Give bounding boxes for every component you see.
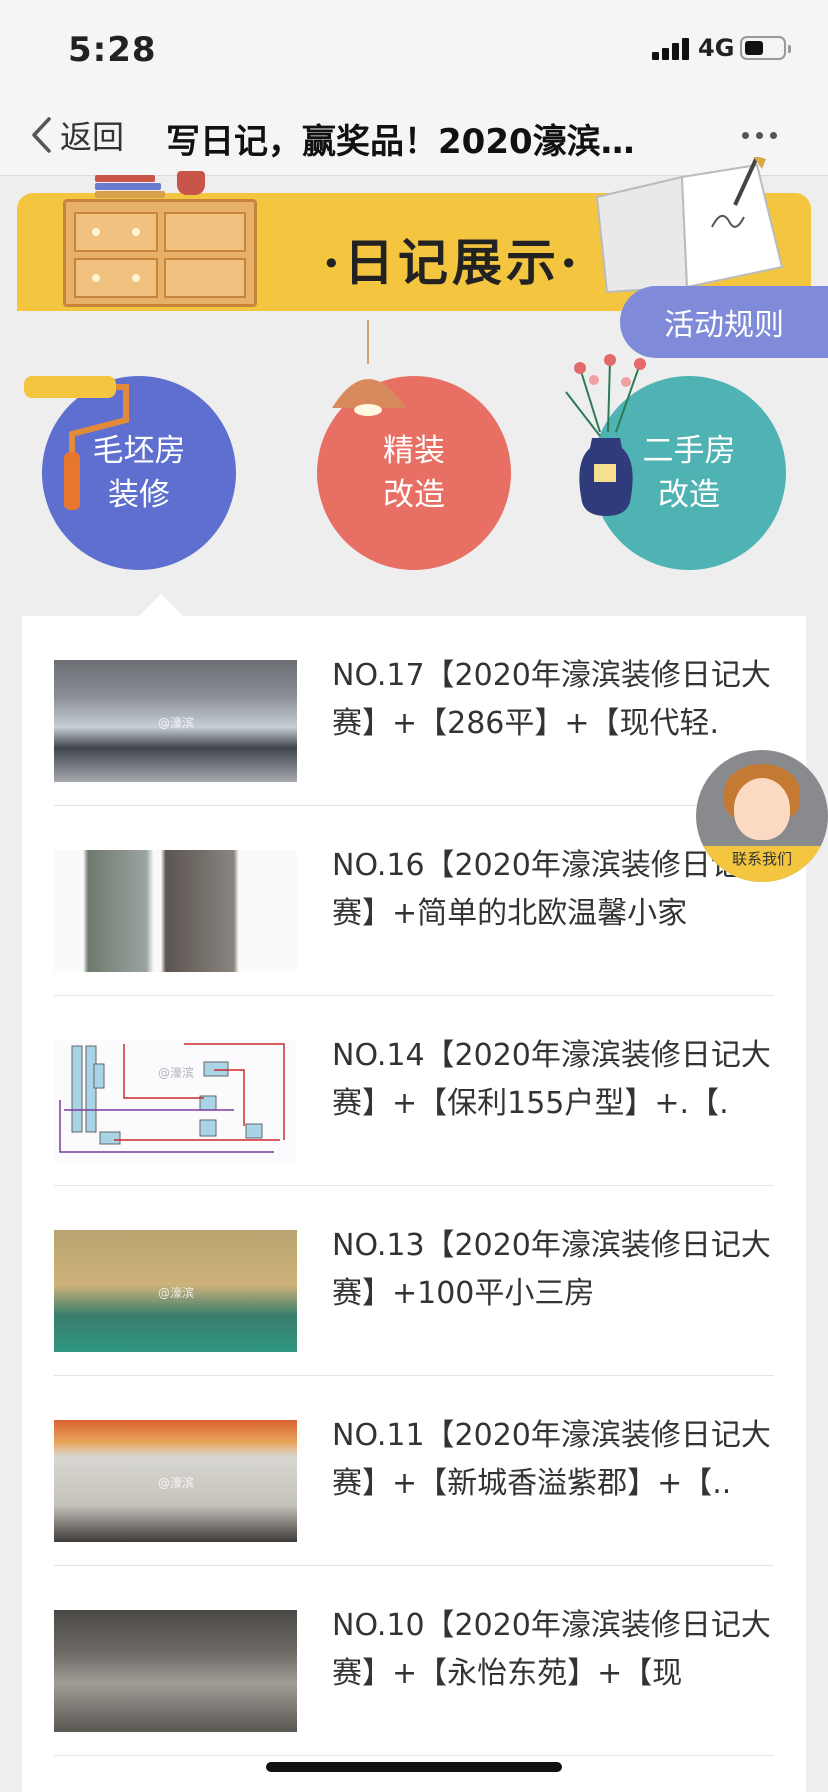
chevron-left-icon (32, 117, 51, 153)
thumbnail-watermark: @濠滨 (158, 1286, 195, 1300)
page-title: 写日记，赢奖品！2020濠滨… (166, 122, 635, 162)
diary-title: NO.17【2020年濠滨装修日记大赛】+【286平】+【现代轻. (332, 658, 771, 741)
books-illustration (95, 175, 165, 198)
status-bar: 5:28 4G (0, 0, 828, 96)
ceiling-lamp-icon (332, 320, 406, 416)
plant-pot-illustration (177, 171, 205, 195)
diary-item[interactable]: @濠滨 NO.13【2020年濠滨装修日记大赛】+100平小三房 (54, 1186, 774, 1376)
signal-icon (652, 36, 692, 60)
diary-thumbnail: @濠滨 (54, 1420, 297, 1542)
contact-us-button[interactable]: 联系我们 (696, 750, 828, 882)
avatar-face (734, 778, 790, 840)
diary-item[interactable]: NO.16【2020年濠滨装修日记大赛】+简单的北欧温馨小家 (54, 806, 774, 996)
category-label-line2: 改造 (383, 477, 445, 513)
contact-us-label: 联系我们 (696, 846, 828, 882)
category-label-line1: 精装 (383, 433, 445, 469)
back-label: 返回 (60, 118, 125, 156)
diary-thumbnail: @濠滨 (54, 660, 297, 782)
diary-title: NO.11【2020年濠滨装修日记大赛】+【新城香溢紫郡】+【.. (332, 1418, 771, 1501)
battery-icon (740, 36, 791, 60)
diary-thumbnail (54, 850, 297, 972)
diary-title: NO.14【2020年濠滨装修日记大赛】+【保利155户型】+.【. (332, 1038, 771, 1121)
diary-thumbnail: @濠滨 (54, 1230, 297, 1352)
diary-item[interactable]: @濠滨 NO.17【2020年濠滨装修日记大赛】+【286平】+【现代轻. (54, 616, 774, 806)
diary-item[interactable]: @濠滨 NO.11【2020年濠滨装修日记大赛】+【新城香溢紫郡】+【.. (54, 1376, 774, 1566)
banner-title: ·日记展示· (322, 233, 582, 292)
diary-item[interactable]: @濠滨 NO.14【2020年濠滨装修日记大赛】+【保利155户型】+.【. (54, 996, 774, 1186)
thumbnail-watermark: @濠滨 (158, 1476, 195, 1490)
diary-thumbnail: @濠滨 (54, 1040, 297, 1162)
home-indicator (266, 1762, 562, 1772)
thumbnail-watermark: @濠滨 (158, 1066, 195, 1080)
dresser-illustration (63, 199, 257, 307)
diary-list: @濠滨 NO.17【2020年濠滨装修日记大赛】+【286平】+【现代轻. NO… (22, 594, 806, 1792)
more-menu-icon[interactable] (740, 126, 780, 146)
open-book-illustration (595, 157, 784, 294)
flower-vase-icon (565, 354, 646, 516)
activity-rules-button[interactable]: 活动规则 (620, 286, 828, 358)
diary-title: NO.10【2020年濠滨装修日记大赛】+【永怡东苑】+【现 (332, 1608, 771, 1691)
thumbnail-watermark: @濠滨 (158, 716, 195, 730)
paint-roller-icon (24, 376, 129, 510)
status-time: 5:28 (68, 30, 157, 70)
tab-pointer (139, 594, 183, 616)
diary-title: NO.13【2020年濠滨装修日记大赛】+100平小三房 (332, 1228, 771, 1311)
diary-item[interactable]: NO.10【2020年濠滨装修日记大赛】+【永怡东苑】+【现 (54, 1566, 774, 1756)
diary-thumbnail (54, 1610, 297, 1732)
back-button[interactable]: 返回 (28, 110, 124, 160)
network-type: 4G (698, 34, 735, 62)
wiring-diagram-image (59, 1043, 285, 1153)
